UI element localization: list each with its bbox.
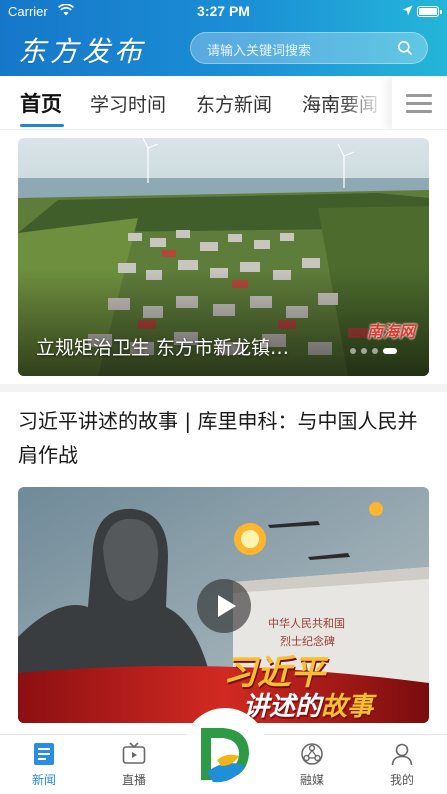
nav-item-media[interactable]: 融媒 — [282, 741, 342, 788]
dongfang-logo-icon — [201, 728, 249, 783]
carousel-dot — [350, 348, 356, 354]
play-button[interactable] — [197, 579, 251, 633]
banner-carousel[interactable]: 南海网 立规矩治卫生 东方市新龙镇… — [18, 138, 429, 376]
tv-icon — [121, 741, 147, 767]
clock: 3:27 PM — [197, 3, 250, 19]
carousel-dot-active — [383, 348, 397, 354]
nav-item-profile[interactable]: 我的 — [372, 741, 432, 788]
tab-study-time[interactable]: 学习时间 — [90, 90, 166, 117]
active-tab-indicator — [20, 124, 64, 127]
svg-text:中华人民共和国: 中华人民共和国 — [268, 616, 345, 630]
tab-dongfang-news[interactable]: 东方新闻 — [196, 90, 272, 117]
article-title[interactable]: 习近平讲述的故事 | 库里申科：与中国人民并肩作战 — [18, 404, 432, 472]
nav-item-news[interactable]: 新闻 — [14, 741, 74, 788]
video-overlay-line2b: 故事 — [321, 692, 374, 722]
article-video-thumbnail[interactable]: 中华人民共和国 烈士纪念碑 习近平 讲述的故事 — [18, 487, 429, 723]
nav-item-live[interactable]: 直播 — [104, 741, 164, 788]
search-icon[interactable] — [397, 40, 413, 60]
search-bar[interactable]: 请输入关键词搜索 — [190, 32, 428, 64]
banner-caption: 立规矩治卫生 东方市新龙镇… — [36, 337, 290, 359]
user-icon — [389, 741, 415, 767]
section-divider — [0, 384, 447, 392]
nav-label-profile: 我的 — [389, 773, 414, 787]
carousel-dot — [372, 348, 378, 354]
center-home-logo[interactable] — [183, 708, 267, 792]
battery-icon — [417, 6, 442, 17]
tab-fade — [340, 76, 390, 129]
channel-tabs: 首页 学习时间 东方新闻 海南要闻 — [0, 76, 447, 130]
channel-menu-icon[interactable] — [392, 76, 447, 129]
nav-label-news: 新闻 — [31, 773, 56, 787]
carousel-indicator — [345, 339, 397, 358]
carousel-dot — [361, 348, 367, 354]
location-arrow-icon — [402, 5, 413, 20]
tab-home[interactable]: 首页 — [20, 88, 62, 118]
news-icon — [31, 741, 57, 767]
status-bar: Carrier 3:27 PM — [0, 0, 447, 22]
nav-label-media: 融媒 — [299, 773, 324, 787]
app-logo: 东方发布 — [18, 35, 147, 68]
media-hub-icon — [299, 741, 325, 767]
app-header: Carrier 3:27 PM 东方发布 请输入关键词搜索 — [0, 0, 447, 76]
nav-label-live: 直播 — [121, 773, 146, 787]
search-placeholder: 请输入关键词搜索 — [207, 44, 312, 59]
